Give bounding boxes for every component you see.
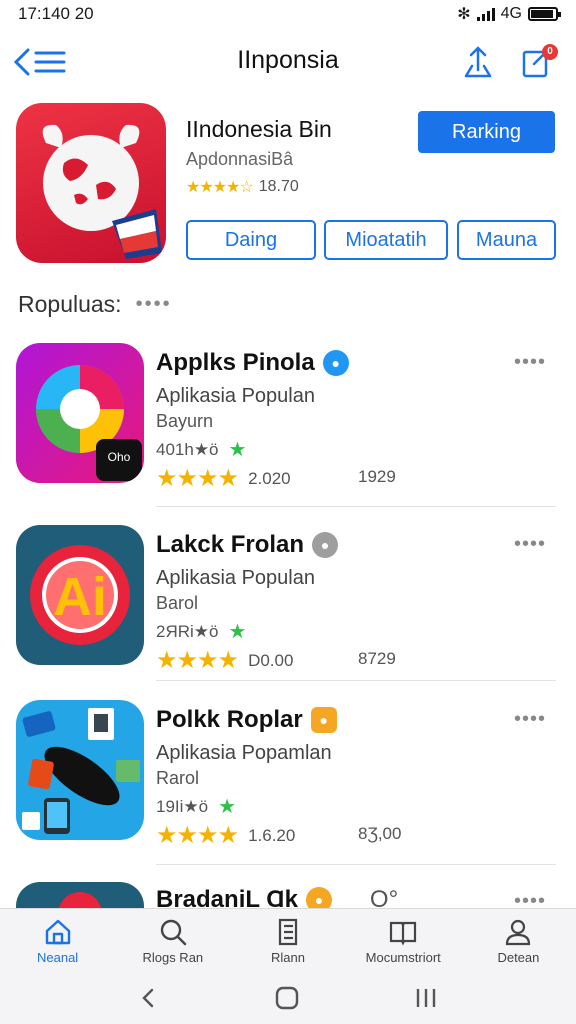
bluetooth-icon: ✻: [457, 6, 471, 23]
info-badge-icon: ●: [312, 532, 339, 558]
network-type: 4G: [500, 5, 522, 22]
section-more-icon[interactable]: ••••: [136, 293, 172, 316]
tab-label: Detean: [497, 949, 540, 965]
app-review-count: 401h★ö: [156, 439, 219, 459]
tab-label: Rlogs Ran: [142, 949, 204, 965]
tab-documents[interactable]: Mocumstriort: [346, 909, 461, 972]
app-size: 8Ʒ,00: [358, 824, 402, 843]
app-subtitle: Aplikasia Popamlan: [156, 742, 332, 764]
person-icon: [506, 919, 531, 945]
status-time: 17:140 20: [18, 4, 94, 23]
app-icon-messenger[interactable]: Oho: [16, 343, 144, 483]
green-star-icon: ★: [228, 439, 247, 461]
green-star-icon: ★: [218, 796, 237, 818]
app-subtitle: Aplikasia Populan: [156, 567, 315, 589]
chat-bubble-icon: Oho: [16, 343, 144, 483]
featured-rating-value: 18.70: [258, 178, 299, 195]
app-rating-value: 1.6.20: [248, 825, 296, 845]
star-rating-icon: ★★★★: [156, 647, 239, 674]
share-icon: [464, 46, 492, 78]
list-item[interactable]: Ai Lakck Frolan ● Aplikasia Populan Baro…: [0, 525, 576, 701]
app-name: Applks Pinola: [156, 349, 315, 376]
star-rating-icon: ★★★★: [156, 465, 239, 492]
app-category: Bayurn: [156, 411, 214, 431]
tab-list[interactable]: Rlann: [230, 909, 345, 972]
more-options-icon[interactable]: ••••: [514, 708, 546, 731]
share-button[interactable]: [458, 42, 498, 82]
notification-badge: 0: [542, 44, 558, 60]
system-nav-bar: [0, 972, 576, 1024]
app-size: 1929: [358, 467, 396, 486]
notifications-button[interactable]: 0: [516, 42, 560, 82]
svg-text:Oho: Oho: [108, 450, 131, 464]
chat-badge-icon: ●: [322, 350, 349, 376]
app-size: 8729: [358, 649, 396, 668]
recents-nav-icon[interactable]: [413, 986, 439, 1010]
badge-icon: ●: [305, 887, 332, 908]
app-icon-ai[interactable]: Ai: [16, 525, 144, 665]
app-header: IInponsia 0: [0, 36, 576, 88]
list-icon: [278, 918, 298, 945]
star-rating-icon: ★★★★: [156, 822, 239, 849]
app-name: Lakck Frolan: [156, 531, 305, 558]
tab-home[interactable]: Neanal: [0, 909, 115, 972]
book-icon: [390, 921, 417, 945]
featured-app-name[interactable]: IIndonesia Bin: [186, 116, 332, 143]
home-nav-icon[interactable]: [274, 985, 300, 1011]
category-button-2[interactable]: Mioatatih: [324, 220, 448, 260]
home-icon: [45, 919, 70, 944]
app-category: Barol: [156, 593, 199, 613]
divider: [156, 680, 556, 681]
bottom-tab-bar: Neanal Rlogs Ran Rlann Mocumstriort Dete…: [0, 908, 576, 972]
category-button-3[interactable]: Mauna: [457, 220, 556, 260]
tab-label: Rlann: [271, 949, 305, 965]
more-options-icon[interactable]: ••••: [514, 890, 546, 908]
featured-app-developer: ApdonnasiBâ: [186, 149, 294, 169]
list-item[interactable]: BradaniL Ɑk ● O° ••••: [0, 882, 576, 908]
app-logo-icon: [58, 892, 102, 908]
svg-text:Ai: Ai: [53, 567, 107, 627]
back-nav-icon[interactable]: [137, 986, 161, 1010]
gadgets-collage-icon: [16, 700, 144, 840]
status-bar: 17:140 20 ✻ 4G: [0, 0, 576, 28]
section-title: Ropuluas:: [18, 291, 122, 317]
featured-app-icon[interactable]: [16, 103, 166, 263]
indonesia-map-icon: [42, 124, 162, 259]
more-options-icon[interactable]: ••••: [514, 351, 546, 374]
shield-badge-icon: ●: [310, 707, 337, 733]
search-icon: [160, 919, 186, 945]
tab-search[interactable]: Rlogs Ran: [115, 909, 230, 972]
tab-profile[interactable]: Detean: [461, 909, 576, 972]
app-name: BradaniL Ɑk: [156, 886, 298, 908]
more-options-icon[interactable]: ••••: [514, 533, 546, 556]
star-rating-icon: ★★★★☆: [186, 179, 254, 196]
green-star-icon: ★: [228, 621, 247, 643]
loading-indicator-icon: O°: [369, 886, 399, 908]
divider: [156, 506, 556, 507]
ranking-button[interactable]: Rarking: [418, 111, 555, 153]
category-button-1[interactable]: Daing: [186, 220, 316, 260]
app-icon-partial[interactable]: [16, 882, 144, 908]
battery-icon: [528, 7, 561, 21]
app-icon-gadgets[interactable]: [16, 700, 144, 840]
tab-label: Neanal: [37, 949, 79, 965]
tab-label: Mocumstriort: [365, 949, 441, 965]
app-rating-value: D0.00: [248, 650, 294, 670]
divider: [156, 864, 556, 865]
app-category: Rarol: [156, 768, 200, 788]
app-review-count: 19Ii★ö: [156, 796, 209, 816]
status-icons: ✻ 4G: [457, 4, 561, 24]
list-item[interactable]: Oho Applks Pinola ● Aplikasia Populan Ba…: [0, 343, 576, 519]
list-item[interactable]: Polkk Roplar ● Aplikasia Popamlan Rarol …: [0, 700, 576, 876]
section-header: Ropuluas: ••••: [18, 291, 172, 318]
app-rating-value: 2.020: [248, 468, 291, 488]
app-name: Polkk Roplar: [156, 706, 303, 733]
featured-rating: ★★★★☆ 18.70: [186, 177, 299, 197]
app-review-count: 2ЯRi★ö: [156, 621, 219, 641]
app-subtitle: Aplikasia Populan: [156, 385, 315, 407]
signal-icon: [476, 7, 495, 21]
ai-logo-icon: Ai: [16, 525, 144, 665]
